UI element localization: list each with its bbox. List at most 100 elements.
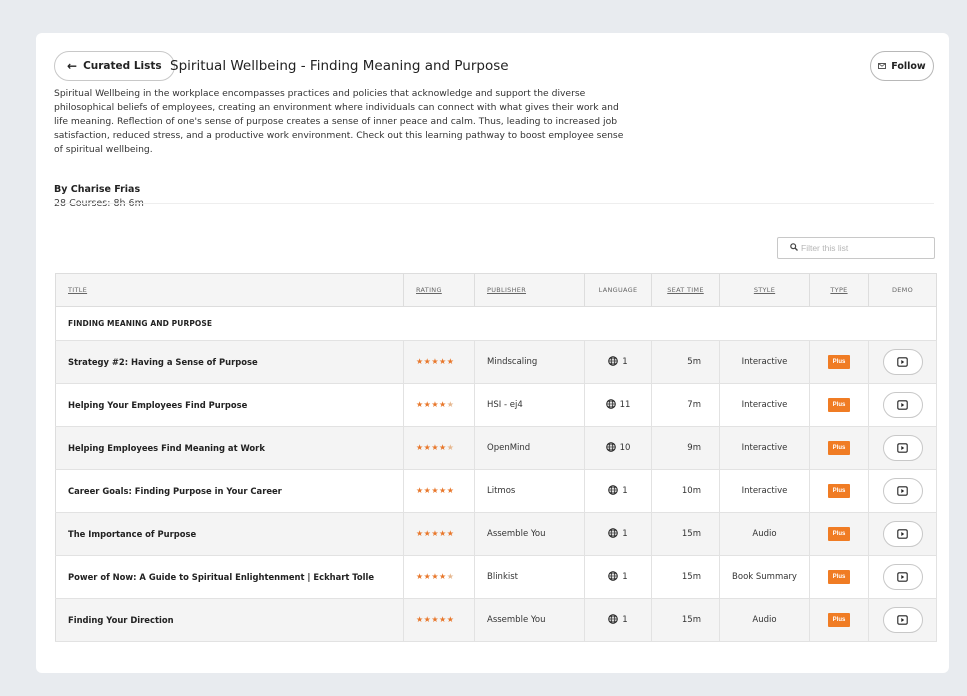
plus-badge: Plus xyxy=(827,570,851,584)
language-count: 1 xyxy=(622,572,628,582)
course-language: 1 xyxy=(584,340,652,384)
demo-button[interactable] xyxy=(882,349,923,375)
column-publisher[interactable]: Publisher xyxy=(474,273,585,307)
course-type: Plus xyxy=(809,598,869,642)
course-title[interactable]: Finding Your Direction xyxy=(55,598,404,642)
course-publisher: Assemble You xyxy=(474,598,585,642)
course-title[interactable]: Helping Your Employees Find Purpose xyxy=(55,383,404,427)
course-seat-time: 15m xyxy=(651,555,720,599)
course-demo xyxy=(868,383,937,427)
demo-button[interactable] xyxy=(882,478,923,504)
course-rating: ★★★★★ xyxy=(403,340,475,384)
course-type: Plus xyxy=(809,555,869,599)
globe-icon xyxy=(608,527,619,541)
course-rating: ★★★★★ xyxy=(403,555,475,599)
course-rating: ★★★★★ xyxy=(403,426,475,470)
star-rating-icon: ★★★★★ xyxy=(416,357,455,366)
star-rating-icon: ★★★★★ xyxy=(416,400,455,409)
course-language: 1 xyxy=(584,598,652,642)
divider xyxy=(54,203,934,204)
column-title[interactable]: Title xyxy=(55,273,404,307)
star-rating-icon: ★★★★★ xyxy=(416,529,455,538)
arrow-left-icon: ← xyxy=(67,59,78,73)
course-rating: ★★★★★ xyxy=(403,383,475,427)
plus-badge: Plus xyxy=(827,527,851,541)
plus-badge: Plus xyxy=(827,355,851,369)
course-type: Plus xyxy=(809,469,869,513)
course-publisher: OpenMind xyxy=(474,426,585,470)
globe-icon xyxy=(608,355,619,369)
course-demo xyxy=(868,469,937,513)
mail-icon xyxy=(878,61,887,72)
demo-button[interactable] xyxy=(882,564,923,590)
course-style: Interactive xyxy=(719,383,810,427)
column-seat-time[interactable]: Seat Time xyxy=(651,273,720,307)
course-demo xyxy=(868,340,937,384)
play-screen-icon xyxy=(897,484,908,499)
column-language: Language xyxy=(584,273,652,307)
course-title[interactable]: Helping Employees Find Meaning at Work xyxy=(55,426,404,470)
play-screen-icon xyxy=(897,527,908,542)
star-rating-icon: ★★★★★ xyxy=(416,486,455,495)
back-to-curated-lists-button[interactable]: ← Curated Lists xyxy=(54,51,175,81)
language-count: 1 xyxy=(622,357,628,367)
course-title[interactable]: Strategy #2: Having a Sense of Purpose xyxy=(55,340,404,384)
table-row[interactable]: The Importance of Purpose ★★★★★ Assemble… xyxy=(55,512,937,556)
group-label: FINDING MEANING AND PURPOSE xyxy=(55,306,937,341)
demo-button[interactable] xyxy=(882,607,923,633)
globe-icon xyxy=(605,441,616,455)
play-screen-icon xyxy=(897,570,908,585)
play-screen-icon xyxy=(897,355,908,370)
table-row[interactable]: Career Goals: Finding Purpose in Your Ca… xyxy=(55,469,937,513)
language-count: 1 xyxy=(622,615,628,625)
column-style[interactable]: Style xyxy=(719,273,810,307)
course-type: Plus xyxy=(809,383,869,427)
globe-icon xyxy=(608,613,619,627)
column-demo: Demo xyxy=(868,273,937,307)
course-style: Book Summary xyxy=(719,555,810,599)
course-seat-time: 15m xyxy=(651,598,720,642)
course-language: 1 xyxy=(584,469,652,513)
language-count: 1 xyxy=(622,486,628,496)
course-style: Interactive xyxy=(719,340,810,384)
table-row[interactable]: Helping Your Employees Find Purpose ★★★★… xyxy=(55,383,937,427)
course-seat-time: 9m xyxy=(651,426,720,470)
play-screen-icon xyxy=(897,441,908,456)
back-label: Curated Lists xyxy=(83,60,162,72)
page-title: Spiritual Wellbeing - Finding Meaning an… xyxy=(170,58,509,74)
search-icon xyxy=(790,243,798,253)
star-rating-icon: ★★★★★ xyxy=(416,572,455,581)
course-publisher: Assemble You xyxy=(474,512,585,556)
language-count: 11 xyxy=(619,400,631,410)
demo-button[interactable] xyxy=(882,435,923,461)
follow-button[interactable]: Follow xyxy=(870,51,934,81)
course-rating: ★★★★★ xyxy=(403,598,475,642)
globe-icon xyxy=(605,398,616,412)
table-row[interactable]: Power of Now: A Guide to Spiritual Enlig… xyxy=(55,555,937,599)
course-seat-time: 10m xyxy=(651,469,720,513)
table-row[interactable]: Finding Your Direction ★★★★★ Assemble Yo… xyxy=(55,598,937,642)
table-row[interactable]: Helping Employees Find Meaning at Work ★… xyxy=(55,426,937,470)
globe-icon xyxy=(608,484,619,498)
course-title[interactable]: Power of Now: A Guide to Spiritual Enlig… xyxy=(55,555,404,599)
course-type: Plus xyxy=(809,426,869,470)
course-seat-time: 7m xyxy=(651,383,720,427)
plus-badge: Plus xyxy=(827,441,851,455)
column-type[interactable]: Type xyxy=(809,273,869,307)
course-type: Plus xyxy=(809,340,869,384)
plus-badge: Plus xyxy=(827,484,851,498)
filter-box xyxy=(777,237,935,259)
course-title[interactable]: Career Goals: Finding Purpose in Your Ca… xyxy=(55,469,404,513)
list-description: Spiritual Wellbeing in the workplace enc… xyxy=(54,88,624,155)
course-seat-time: 15m xyxy=(651,512,720,556)
demo-button[interactable] xyxy=(882,392,923,418)
demo-button[interactable] xyxy=(882,521,923,547)
curated-list-card: ← Curated Lists Spiritual Wellbeing - Fi… xyxy=(36,33,949,673)
course-type: Plus xyxy=(809,512,869,556)
table-row[interactable]: Strategy #2: Having a Sense of Purpose ★… xyxy=(55,340,937,384)
language-count: 10 xyxy=(619,443,631,453)
column-rating[interactable]: Rating xyxy=(403,273,475,307)
filter-input[interactable] xyxy=(801,243,911,253)
course-title[interactable]: The Importance of Purpose xyxy=(55,512,404,556)
plus-badge: Plus xyxy=(827,613,851,627)
